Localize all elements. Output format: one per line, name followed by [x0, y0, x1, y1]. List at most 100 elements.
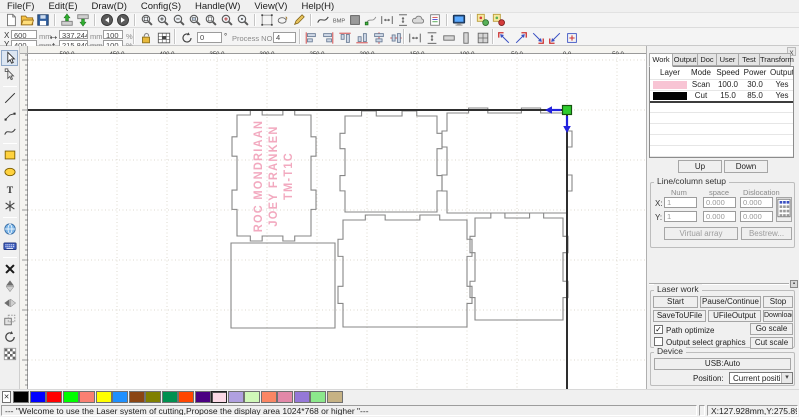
layer-power[interactable]: 85.0 — [747, 91, 763, 100]
mirror-h-tool-icon[interactable] — [1, 295, 18, 311]
tab-work[interactable]: Work — [649, 53, 673, 67]
no-color-chip[interactable]: ✕ — [2, 391, 11, 403]
color-chip-4b0082[interactable] — [195, 391, 211, 403]
go-scale-button[interactable]: Go scale — [750, 323, 793, 335]
output-select-checkbox[interactable] — [654, 337, 663, 346]
menu-item-file[interactable]: File(F) — [0, 0, 41, 13]
process-no-field[interactable]: 4 — [273, 32, 296, 43]
lasso-icon[interactable] — [275, 13, 291, 27]
bestrew-button[interactable]: Bestrew... — [741, 227, 792, 240]
width-field[interactable]: 337.244 — [59, 30, 88, 39]
space2-v-icon[interactable] — [424, 31, 439, 46]
cut-panel-4[interactable] — [231, 243, 335, 328]
pause-continue-button[interactable]: Pause/Continue — [700, 296, 761, 308]
color-chip-c6b284[interactable] — [327, 391, 343, 403]
cloud-icon[interactable] — [411, 13, 427, 27]
layer-down-button[interactable]: Down — [724, 160, 768, 173]
save-to-ufile-button[interactable]: SaveToUFile — [653, 310, 706, 322]
corner-br-icon[interactable] — [530, 31, 545, 46]
virtual-array-button[interactable]: Virtual array — [664, 227, 738, 240]
download-button[interactable]: Download — [763, 310, 793, 322]
color-chip-1e90ff[interactable] — [112, 391, 128, 403]
text-tool-icon[interactable]: T — [1, 181, 18, 197]
rectangle-tool-icon[interactable] — [1, 147, 18, 163]
cut-panel-6[interactable] — [470, 213, 568, 320]
menu-item-handle[interactable]: Handle(W) — [188, 0, 247, 13]
grid-icon[interactable] — [156, 30, 171, 45]
bmp-icon[interactable]: BMP — [331, 13, 347, 27]
color-chip-808000[interactable] — [145, 391, 161, 403]
import-icon[interactable] — [59, 13, 75, 27]
space2-h-icon[interactable] — [407, 31, 422, 46]
zoom-out-icon[interactable] — [171, 13, 187, 27]
align-r-icon[interactable] — [320, 31, 335, 46]
color-chip-b0a0e0[interactable] — [228, 391, 244, 403]
y-num-field[interactable]: 1 — [664, 211, 697, 222]
zoom-in-icon[interactable] — [155, 13, 171, 27]
layer-speed[interactable]: 100.0 — [718, 80, 738, 89]
color-chip-e288a8[interactable] — [277, 391, 293, 403]
layer-table[interactable]: LayerModeSpeedPowerOutputScan100.030.0Ye… — [649, 66, 794, 158]
splitter-knob[interactable]: ▪ — [790, 280, 798, 288]
color-chip-009050[interactable] — [162, 391, 178, 403]
star-tool-icon[interactable] — [1, 198, 18, 214]
curve-icon[interactable] — [315, 13, 331, 27]
target-a-icon[interactable] — [475, 13, 491, 27]
usb-auto-button[interactable]: USB:Auto — [654, 358, 791, 370]
color-chip-fa8072[interactable] — [79, 391, 95, 403]
layer-power[interactable]: 30.0 — [747, 80, 763, 89]
layer-output[interactable]: Yes — [775, 91, 788, 100]
array-preview-icon[interactable] — [776, 197, 792, 222]
new-file-icon[interactable] — [3, 13, 19, 27]
same-h-icon[interactable] — [458, 31, 473, 46]
x-position-field[interactable]: 600 — [11, 30, 37, 39]
offset-tool-icon[interactable] — [1, 312, 18, 328]
color-chip-8ce88c[interactable] — [310, 391, 326, 403]
mirror-v-tool-icon[interactable] — [1, 278, 18, 294]
color-chip-ff0000[interactable] — [46, 391, 62, 403]
x-num-field[interactable]: 1 — [664, 197, 697, 208]
layer-output[interactable]: Yes — [775, 80, 788, 89]
zoom-sel-icon[interactable] — [219, 13, 235, 27]
back-icon[interactable] — [99, 13, 115, 27]
cut-scale-button[interactable]: Cut scale — [750, 337, 793, 349]
color-chip-8b4513[interactable] — [129, 391, 145, 403]
layer-color-swatch[interactable] — [653, 92, 687, 100]
zoom-box-icon[interactable] — [187, 13, 203, 27]
open-folder-icon[interactable] — [19, 13, 35, 27]
align-b-icon[interactable] — [354, 31, 369, 46]
layer-color-swatch[interactable] — [653, 81, 687, 89]
align-cv-icon[interactable] — [388, 31, 403, 46]
keyboard-tool-icon[interactable] — [1, 238, 18, 254]
target-b-icon[interactable] — [491, 13, 507, 27]
align-t-icon[interactable] — [337, 31, 352, 46]
color-chip-00ff00[interactable] — [63, 391, 79, 403]
color-chip-000000[interactable] — [13, 391, 29, 403]
pen-icon[interactable] — [291, 13, 307, 27]
rect-sel-icon[interactable] — [259, 13, 275, 27]
rotate-ang-icon[interactable] — [179, 30, 194, 45]
save-icon[interactable] — [35, 13, 51, 27]
forward-icon[interactable] — [115, 13, 131, 27]
corner-bl-icon[interactable] — [547, 31, 562, 46]
align-l-icon[interactable] — [303, 31, 318, 46]
cut-panel-3[interactable] — [442, 108, 572, 213]
tab-user[interactable]: User — [716, 53, 739, 66]
monitor-icon[interactable] — [451, 13, 467, 27]
line-tool-icon[interactable] — [1, 90, 18, 106]
space-h-icon[interactable] — [379, 13, 395, 27]
same-w-icon[interactable] — [441, 31, 456, 46]
ufile-output-button[interactable]: UFileOutput — [708, 310, 761, 322]
angle-field[interactable]: 0 — [197, 32, 222, 43]
corner-tr-icon[interactable] — [513, 31, 528, 46]
polyline-tool-icon[interactable] — [1, 107, 18, 123]
lock-icon[interactable] — [138, 30, 153, 45]
dither-tool-icon[interactable] — [1, 346, 18, 362]
curve-tool-icon[interactable] — [1, 124, 18, 140]
y-space-field[interactable]: 0.000 — [703, 211, 736, 222]
path-optimize-checkbox[interactable]: ✓ — [654, 325, 663, 334]
layer-up-button[interactable]: Up — [678, 160, 722, 173]
engrave-text-block[interactable]: ROC MONDRIAANJOEY FRANKENTM-T1C — [252, 120, 297, 233]
same-size-icon[interactable] — [475, 31, 490, 46]
doc-list-icon[interactable] — [427, 13, 443, 27]
